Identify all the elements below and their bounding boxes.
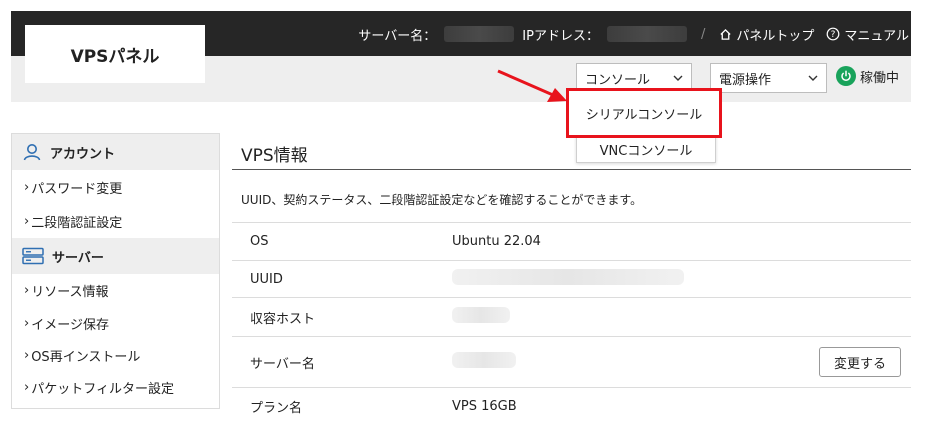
header-separator: / — [700, 26, 706, 42]
chevron-down-icon — [808, 75, 818, 81]
sidebar-item-password[interactable]: › パスワード変更 — [12, 170, 219, 204]
chevron-right-icon: › — [24, 315, 30, 331]
host-redacted — [452, 307, 510, 323]
power-select[interactable]: 電源操作 — [710, 63, 827, 93]
change-button[interactable]: 変更する — [818, 347, 901, 377]
console-select-label: コンソール — [585, 72, 651, 88]
vps-panel-logo[interactable]: VPSパネル — [25, 25, 205, 83]
sidebar-item-label: OS再インストール — [31, 349, 141, 365]
menu-item-serial-console[interactable]: シリアルコンソール — [566, 88, 722, 138]
sidebar-item-label: パケットフィルター設定 — [31, 381, 174, 397]
sidebar-section-server: サーバー — [12, 238, 219, 274]
page-title: VPS情報 — [241, 146, 308, 166]
uuid-redacted — [452, 269, 684, 285]
panel-top-label: パネルトップ — [736, 28, 815, 44]
server-name-label: サーバー名： — [358, 28, 437, 44]
ip-address-label: IPアドレス： — [522, 28, 599, 44]
sidebar-item-label: イメージ保存 — [31, 317, 109, 333]
header-info: サーバー名： IPアドレス： / パネルトップ ? マニュアル — [358, 23, 909, 45]
panel-top-link[interactable]: パネルトップ — [719, 25, 814, 44]
chevron-right-icon: › — [24, 283, 30, 298]
sidebar-item-resources[interactable]: › リソース情報 — [12, 274, 219, 307]
row-value: Ubuntu 22.04 — [452, 234, 541, 249]
chevron-down-icon — [673, 75, 683, 81]
table-row-host: 収容ホスト — [232, 297, 911, 336]
sidebar-item-two-factor[interactable]: › 二段階認証設定 — [12, 204, 219, 238]
sidebar-section-account: アカウント — [12, 134, 219, 170]
help-circle-icon: ? — [826, 27, 840, 41]
menu-item-vnc-console[interactable]: VNCコンソール — [577, 140, 715, 159]
sidebar-item-image-save[interactable]: › イメージ保存 — [12, 307, 219, 339]
chevron-right-icon: › — [24, 179, 30, 195]
user-icon — [23, 144, 41, 161]
ip-address-redacted — [606, 26, 687, 42]
page-description: UUID、契約ステータス、二段階認証設定などを確認することができます。 — [241, 193, 643, 207]
status-text: 稼働中 — [860, 70, 900, 86]
chevron-right-icon: › — [24, 213, 30, 229]
power-icon — [836, 66, 856, 86]
chevron-right-icon: › — [24, 347, 30, 363]
row-key: 収容ホスト — [250, 311, 316, 327]
chevron-right-icon: › — [24, 379, 30, 395]
manual-label: マニュアル — [844, 28, 909, 44]
table-row-os: OS Ubuntu 22.04 — [232, 222, 911, 260]
row-key: サーバー名 — [250, 356, 315, 372]
table-row-server-name: サーバー名 変更する — [232, 336, 911, 387]
svg-text:?: ? — [831, 30, 836, 40]
table-row-uuid: UUID — [232, 260, 911, 297]
manual-link[interactable]: ? マニュアル — [826, 25, 909, 44]
home-icon — [720, 28, 731, 40]
table-row-plan: プラン名 VPS 16GB — [232, 387, 911, 424]
sidebar-item-os-reinstall[interactable]: › OS再インストール — [12, 339, 219, 371]
sidebar: アカウント › パスワード変更 › 二段階認証設定 サーバー › リソース情報 … — [11, 133, 220, 409]
title-divider — [232, 169, 911, 170]
row-key: プラン名 — [250, 400, 303, 416]
server-name-redacted — [444, 26, 515, 42]
row-value: VPS 16GB — [452, 398, 517, 414]
server-name-value-redacted — [452, 352, 516, 368]
sidebar-section-title: サーバー — [52, 250, 104, 266]
row-key: UUID — [250, 271, 283, 287]
sidebar-item-label: パスワード変更 — [31, 181, 123, 197]
vps-info-table: OS Ubuntu 22.04 UUID 収容ホスト サーバー名 変更する プラ… — [232, 222, 911, 424]
power-select-label: 電源操作 — [719, 72, 772, 88]
server-icon — [22, 247, 44, 265]
sidebar-section-title: アカウント — [50, 146, 116, 162]
sidebar-item-packet-filter[interactable]: › パケットフィルター設定 — [12, 371, 219, 403]
pointer-arrow-icon — [497, 69, 567, 102]
sidebar-item-label: 二段階認証設定 — [31, 215, 123, 231]
sidebar-item-label: リソース情報 — [31, 285, 109, 300]
row-key: OS — [250, 234, 269, 249]
server-status: 稼働中 — [836, 66, 899, 86]
